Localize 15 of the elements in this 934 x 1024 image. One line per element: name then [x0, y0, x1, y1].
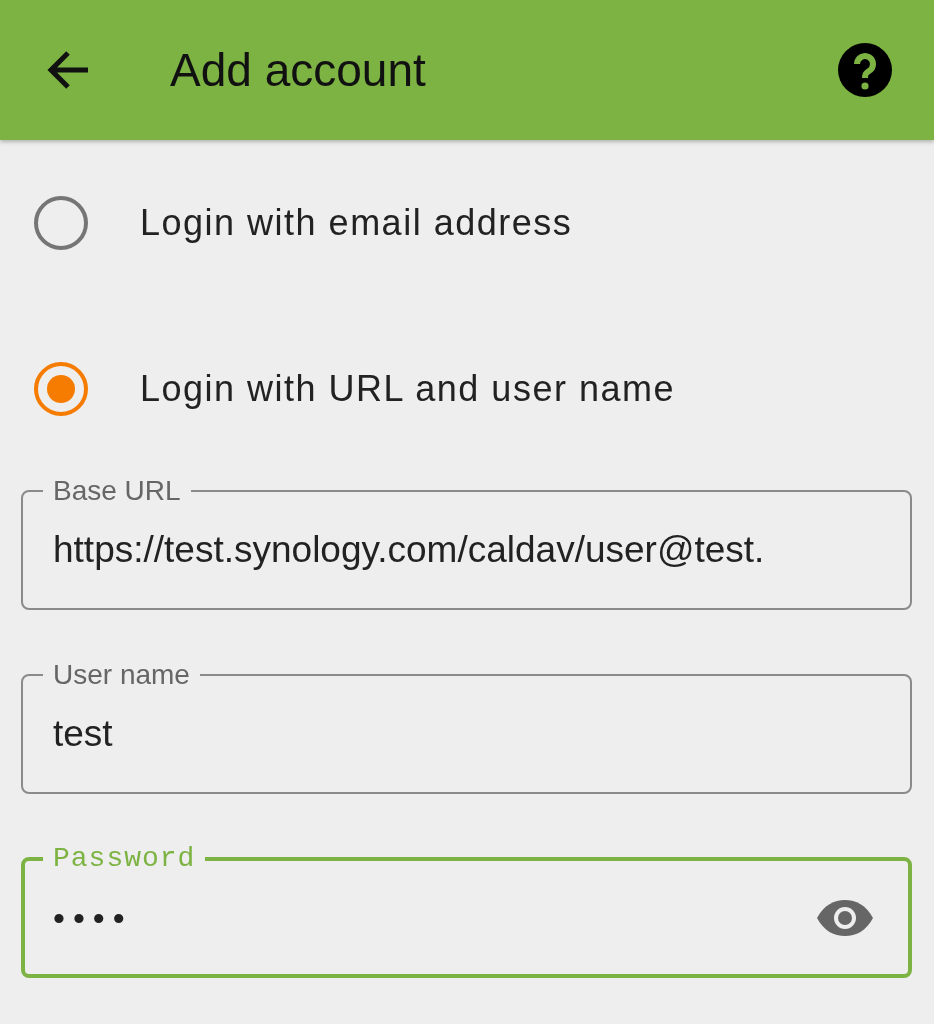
screen-title: Add account [170, 42, 427, 98]
radio-button[interactable] [34, 196, 88, 250]
field-value[interactable]: https://test.synology.com/caldav/user@test. [53, 522, 880, 578]
back-arrow-icon [46, 50, 90, 90]
field-label: Base URL [52, 476, 182, 506]
eye-icon [816, 899, 874, 937]
radio-label[interactable]: Login with URL and user name [140, 362, 675, 416]
radio-button[interactable] [34, 362, 88, 416]
password-value[interactable]: •••• [53, 892, 810, 944]
field-label: User name [52, 660, 191, 690]
field-value[interactable]: test [53, 706, 880, 762]
field-label: Password [52, 844, 197, 874]
help-icon [838, 43, 892, 97]
password-field[interactable]: Password •••• [21, 844, 912, 978]
radio-label[interactable]: Login with email address [140, 196, 573, 250]
